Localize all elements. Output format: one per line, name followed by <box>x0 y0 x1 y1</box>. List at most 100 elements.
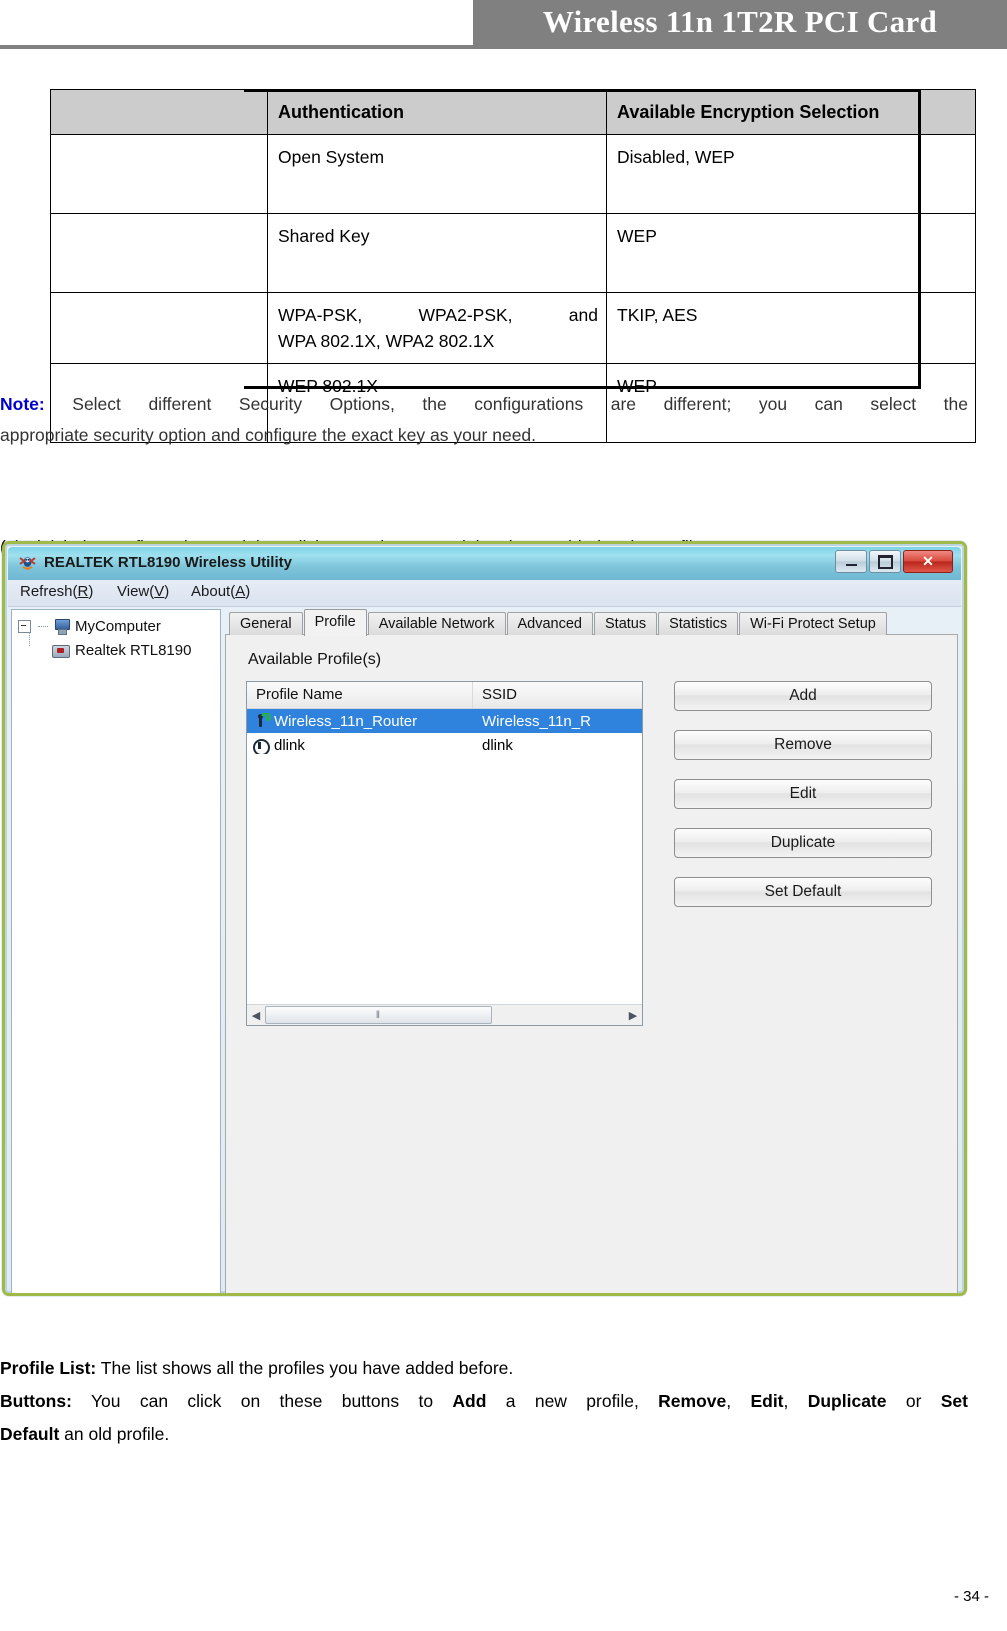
maximize-button[interactable] <box>869 550 901 573</box>
menu-refresh-post: ) <box>88 583 94 600</box>
menu-view-pre: View( <box>117 583 155 600</box>
cell-authentication: Shared Key <box>267 213 607 293</box>
page-header: Wireless 11n 1T2R PCI Card <box>0 0 1007 50</box>
table-spacer-cell <box>50 134 268 214</box>
table-spacer-cell <box>50 292 268 364</box>
close-icon: ✕ <box>922 553 934 569</box>
tree-item-mycomputer[interactable]: MyComputer <box>18 618 161 635</box>
menu-view-post: ) <box>164 583 170 600</box>
buttons-text-3: , <box>726 1391 751 1411</box>
scroll-right-arrow-icon[interactable]: ▶ <box>624 1006 642 1024</box>
buttons-text-2: a new profile, <box>486 1391 659 1411</box>
header-authentication: Authentication <box>267 89 607 135</box>
table-outer-border-top <box>244 89 921 92</box>
menu-refresh-pre: Refresh( <box>20 583 78 600</box>
window-title: REALTEK RTL8190 Wireless Utility <box>44 554 292 571</box>
buttons-line2-text: an old profile. <box>59 1424 170 1444</box>
maximize-icon <box>877 554 893 569</box>
profile-list-text: The list shows all the profiles you have… <box>96 1358 514 1378</box>
buttons-description-line2: Default an old profile. <box>0 1418 968 1451</box>
network-card-icon <box>52 643 70 658</box>
cell-authentication-line1: WPA-PSK, WPA2-PSK, and <box>278 305 598 325</box>
tab-statistics[interactable]: Statistics <box>658 612 739 635</box>
profile-name-cell: Wireless_11n_Router <box>247 712 473 730</box>
set-default-button[interactable]: Set Default <box>674 877 932 907</box>
menu-item-view[interactable]: View(V) <box>117 583 169 600</box>
tree-item-realtek-adapter[interactable]: Realtek RTL8190 <box>52 642 191 659</box>
note-line-1: Note: Select different Security Options,… <box>0 389 968 420</box>
remove-button[interactable]: Remove <box>674 730 932 760</box>
wireless-profile-icon <box>253 712 271 729</box>
add-button[interactable]: Add <box>674 681 932 711</box>
scroll-thumb[interactable]: ‖ <box>265 1006 492 1024</box>
profile-action-buttons: Add Remove Edit Duplicate Set Default <box>674 681 932 926</box>
profile-list[interactable]: Profile Name SSID Wireless_11n_Router Wi… <box>246 681 643 1026</box>
note-paragraph: Note: Select different Security Options,… <box>0 389 968 451</box>
buttons-bold-edit: Edit <box>750 1391 784 1411</box>
profile-list-header: Profile Name SSID <box>247 682 642 709</box>
header-divider <box>0 45 1007 49</box>
buttons-label: Buttons: <box>0 1391 72 1411</box>
buttons-bold-set: Set <box>940 1391 968 1411</box>
wireless-profile-icon <box>253 738 270 754</box>
profile-name-cell: dlink <box>247 737 473 754</box>
realtek-utility-window: REALTEK RTL8190 Wireless Utility ✕ Refre… <box>2 541 967 1296</box>
profile-ssid-text: Wireless_11n_R <box>482 712 591 730</box>
profile-row-selected[interactable]: Wireless_11n_Router Wireless_11n_R <box>247 709 642 733</box>
edit-button[interactable]: Edit <box>674 779 932 809</box>
menu-bar: Refresh(R) View(V) About(A) <box>8 580 961 607</box>
content-pane: General Profile Available Network Advanc… <box>225 609 958 1293</box>
tab-available-network[interactable]: Available Network <box>367 612 506 635</box>
window-controls: ✕ <box>835 550 953 573</box>
profile-list-description: Profile List: The list shows all the pro… <box>0 1352 968 1385</box>
menu-about-post: ) <box>245 583 251 600</box>
tab-general[interactable]: General <box>229 612 303 635</box>
realtek-logo-icon <box>18 553 37 572</box>
note-text-1: Select different Security Options, the c… <box>72 394 968 414</box>
menu-refresh-key: R <box>77 583 89 600</box>
buttons-bold-default: Default <box>0 1424 60 1444</box>
tree-connector <box>38 626 48 627</box>
titlebar-left: REALTEK RTL8190 Wireless Utility <box>18 553 292 572</box>
profile-list-horizontal-scrollbar[interactable]: ◀ ‖ ▶ <box>247 1004 642 1025</box>
column-header-ssid[interactable]: SSID <box>473 682 642 708</box>
table-spacer-cell <box>50 213 268 293</box>
table-outer-border-right <box>918 89 921 389</box>
menu-view-key: V <box>154 583 165 600</box>
table-row: WPA-PSK, WPA2-PSK, and WPA 802.1X, WPA2 … <box>50 292 976 364</box>
profile-list-label: Profile List: <box>0 1358 97 1378</box>
menu-about-pre: About( <box>191 583 236 600</box>
menu-item-refresh[interactable]: Refresh(R) <box>20 583 93 600</box>
cell-authentication: WPA-PSK, WPA2-PSK, and WPA 802.1X, WPA2 … <box>267 292 607 364</box>
buttons-bold-duplicate: Duplicate <box>807 1391 887 1411</box>
profile-tab-panel: Available Profile(s) Profile Name SSID W… <box>225 634 958 1293</box>
minimize-button[interactable] <box>835 550 867 573</box>
close-window-button[interactable]: ✕ <box>903 550 953 573</box>
computer-icon <box>53 619 70 635</box>
buttons-text-4: , <box>783 1391 808 1411</box>
duplicate-button[interactable]: Duplicate <box>674 828 932 858</box>
buttons-description-line1: Buttons: You can click on these buttons … <box>0 1385 968 1418</box>
tab-advanced[interactable]: Advanced <box>506 612 593 635</box>
tab-status[interactable]: Status <box>594 612 658 635</box>
profile-name-text: Wireless_11n_Router <box>274 712 418 730</box>
profile-name-text: dlink <box>274 736 305 754</box>
table-row: Shared Key WEP <box>50 213 976 293</box>
scroll-left-arrow-icon[interactable]: ◀ <box>247 1006 265 1024</box>
buttons-bold-add: Add <box>452 1391 487 1411</box>
footer-description: Profile List: The list shows all the pro… <box>0 1352 968 1451</box>
column-header-profile-name[interactable]: Profile Name <box>247 682 473 708</box>
buttons-text-5: or <box>886 1391 941 1411</box>
profile-row[interactable]: dlink dlink <box>247 733 642 757</box>
tab-profile[interactable]: Profile <box>303 609 367 636</box>
cell-authentication: Open System <box>267 134 607 214</box>
menu-item-about[interactable]: About(A) <box>191 583 250 600</box>
note-label: Note: <box>0 394 45 414</box>
table-header-row: Authentication Available Encryption Sele… <box>50 89 976 135</box>
buttons-bold-remove: Remove <box>658 1391 727 1411</box>
device-tree-pane: MyComputer Realtek RTL8190 ◀ ‖ ▶ <box>11 609 221 1293</box>
tab-wifi-protect-setup[interactable]: Wi-Fi Protect Setup <box>739 612 887 635</box>
available-profiles-label: Available Profile(s) <box>248 651 382 668</box>
page-number: - 34 - <box>953 1588 989 1605</box>
tree-item-label: MyComputer <box>75 618 161 635</box>
